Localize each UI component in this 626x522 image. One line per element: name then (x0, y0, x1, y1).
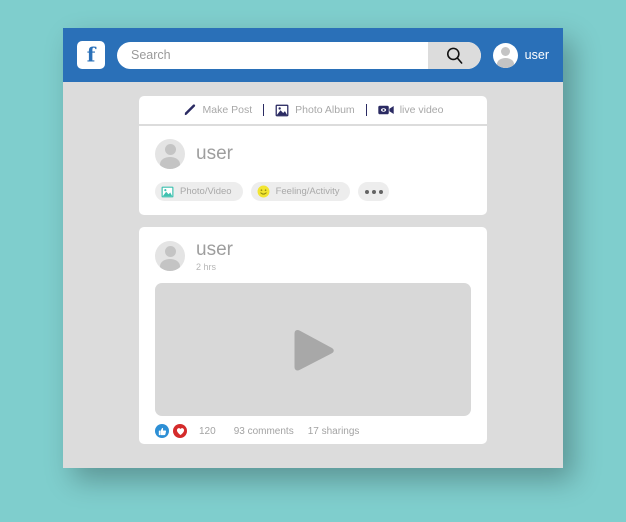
search-icon (446, 47, 463, 64)
account-menu[interactable]: user (492, 42, 549, 68)
post-user-name: user (196, 239, 233, 260)
composer-user-name: user (196, 143, 233, 164)
post-type-toolbar: Make Post Photo Album live video (139, 96, 487, 124)
avatar-body (160, 258, 180, 271)
facebook-logo-letter: f (86, 42, 96, 67)
reaction-count: 120 (199, 425, 216, 437)
avatar-head (164, 245, 176, 257)
toolbar-item-live-video[interactable]: live video (367, 104, 455, 116)
avatar (155, 139, 185, 169)
photo-icon (161, 186, 174, 197)
chip-photo-video[interactable]: Photo/Video (155, 182, 243, 201)
play-icon (294, 329, 334, 370)
avatar-body (496, 57, 514, 68)
post-video-player[interactable] (155, 283, 471, 416)
toolbar-item-label: live video (399, 104, 444, 116)
toolbar-item-photo-album[interactable]: Photo Album (264, 104, 366, 117)
post-header: user 2 hrs (155, 239, 471, 272)
post-timestamp: 2 hrs (196, 262, 217, 272)
search-bar (117, 41, 481, 69)
dot (371, 189, 376, 194)
chip-label: Feeling/Activity (275, 186, 340, 197)
video-camera-icon (377, 105, 394, 115)
post-meta: user 2 hrs (196, 239, 233, 272)
post-engagement: 120 93 comments 17 sharings (155, 416, 471, 444)
account-name: user (524, 48, 549, 62)
ellipsis-icon[interactable] (358, 182, 390, 201)
feed-content: Make Post Photo Album live video user Ph… (63, 82, 563, 444)
toolbar-item-make-post[interactable]: Make Post (172, 103, 264, 117)
search-button[interactable] (427, 41, 481, 69)
heart-icon (176, 427, 184, 435)
chip-label: Photo/Video (180, 186, 232, 197)
avatar-head (164, 144, 176, 155)
composer-actions: Photo/Video Feeling/Activity (155, 182, 471, 201)
app-window: f user (63, 28, 563, 468)
pencil-icon (184, 104, 195, 116)
photo-icon (275, 104, 289, 116)
avatar (492, 42, 518, 68)
chip-feeling-activity[interactable]: Feeling/Activity (250, 182, 351, 201)
dot (378, 189, 383, 194)
avatar-body (160, 157, 180, 169)
facebook-f-icon[interactable]: f (77, 41, 105, 69)
toolbar-item-label: Photo Album (295, 104, 355, 116)
search-input[interactable] (117, 41, 428, 69)
post-composer: user Photo/Video Feeling/Activity (139, 126, 487, 215)
dot (364, 189, 369, 194)
thumbs-up-icon (158, 427, 166, 435)
avatar-head (500, 47, 510, 56)
love-reaction-button[interactable] (173, 424, 187, 438)
smiley-icon (257, 185, 270, 198)
like-reaction-button[interactable] (155, 424, 169, 438)
comment-count[interactable]: 93 comments (234, 426, 294, 437)
top-navigation-bar: f user (63, 28, 563, 82)
composer-header: user (155, 139, 471, 169)
share-count[interactable]: 17 sharings (308, 426, 360, 437)
avatar (155, 240, 185, 271)
toolbar-item-label: Make Post (202, 104, 253, 116)
feed-post: user 2 hrs 120 93 comments 17 sharings (139, 227, 487, 444)
